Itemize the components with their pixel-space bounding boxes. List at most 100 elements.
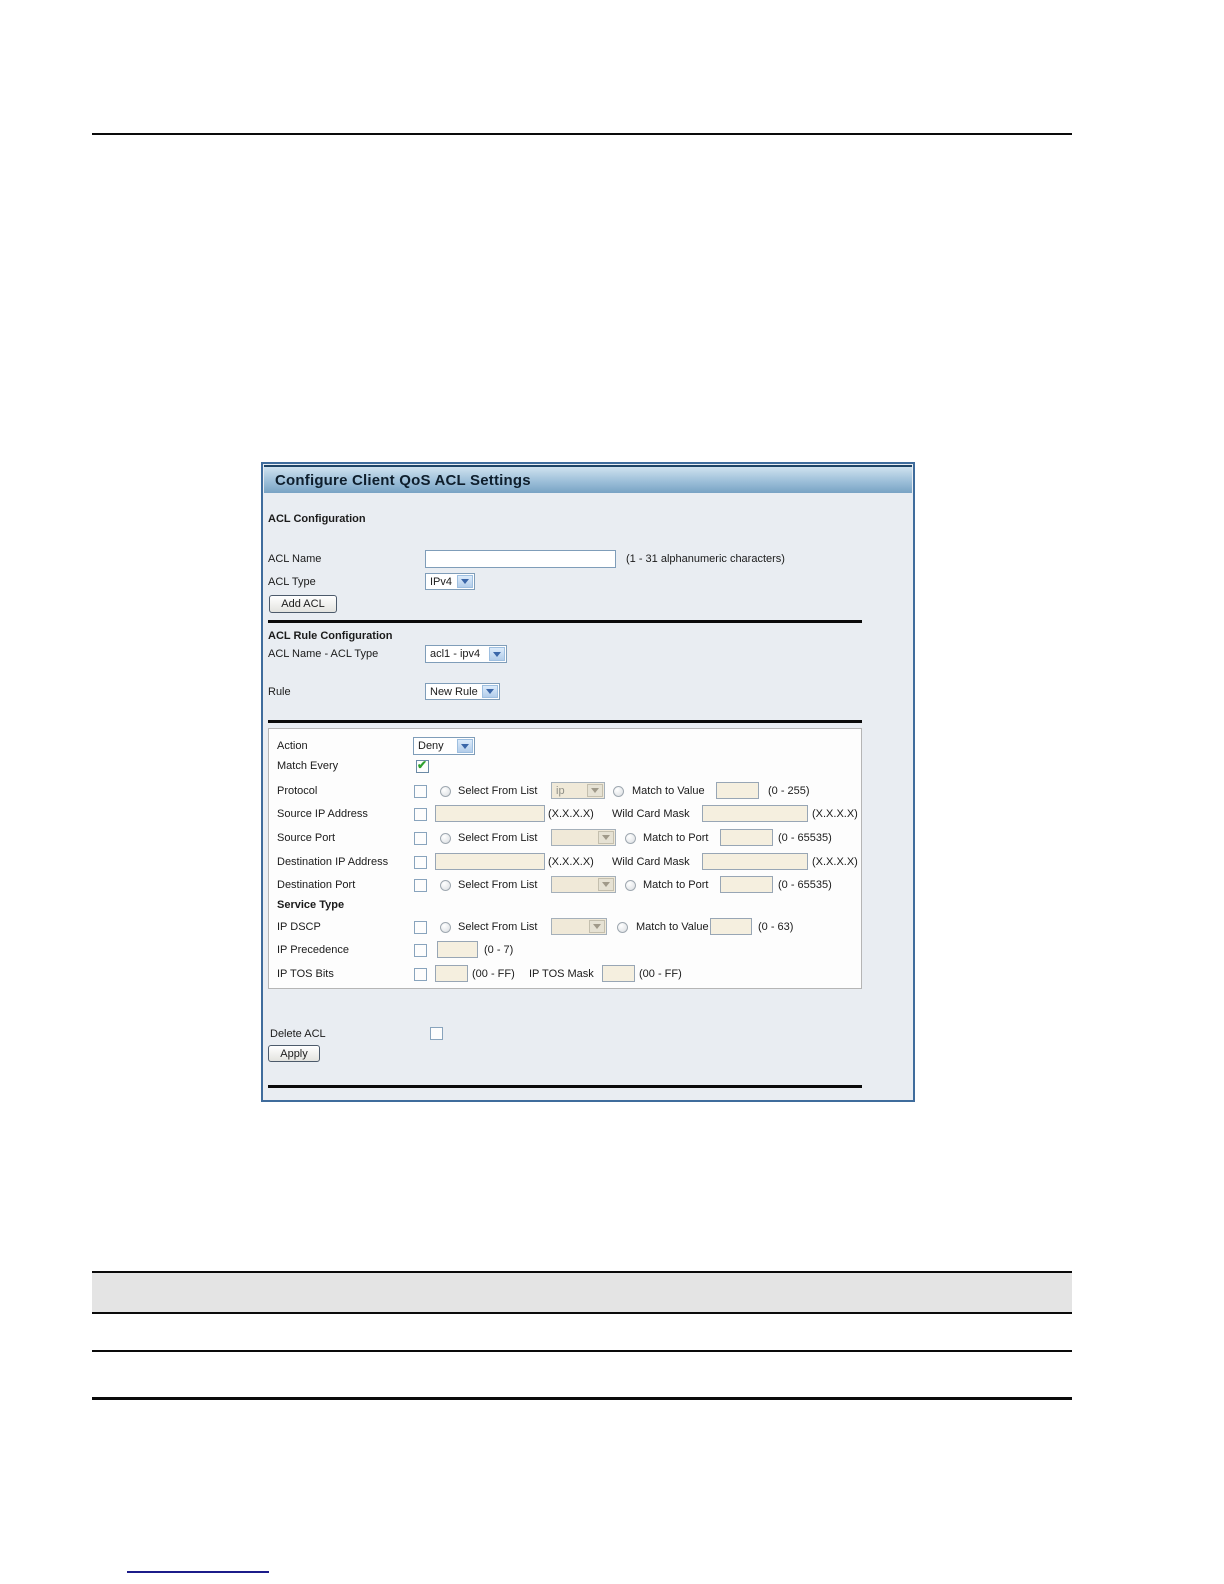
- ip-dscp-list-select: [551, 918, 607, 935]
- section-divider: [268, 720, 862, 723]
- acl-name-input[interactable]: [425, 550, 616, 568]
- dest-ip-input: [435, 853, 545, 870]
- chevron-down-icon: [457, 739, 473, 753]
- ip-dscp-value-input: [710, 918, 752, 935]
- source-ip-label: Source IP Address: [277, 808, 368, 820]
- ip-dscp-label: IP DSCP: [277, 921, 321, 933]
- panel-title-bar: Configure Client QoS ACL Settings: [264, 465, 912, 493]
- protocol-range-hint: (0 - 255): [768, 785, 810, 797]
- source-wildcard-input: [702, 805, 808, 822]
- acl-rule-box: Action Deny Match Every Protocol Select …: [268, 728, 862, 989]
- protocol-list-select-value: ip: [556, 784, 565, 797]
- table-rule-header-bottom: [92, 1312, 1072, 1314]
- rule-select-value: New Rule: [430, 685, 478, 698]
- dest-port-value-input: [720, 876, 773, 893]
- dest-wildcard-label: Wild Card Mask: [612, 856, 690, 868]
- source-port-list-select: [551, 829, 616, 846]
- match-to-value-label: Match to Value: [636, 921, 709, 933]
- chevron-down-icon: [587, 784, 603, 797]
- dest-wildcard-input: [702, 853, 808, 870]
- ip-dscp-checkbox[interactable]: [414, 921, 427, 934]
- ip-tos-mask-label: IP TOS Mask: [529, 968, 594, 980]
- match-to-port-label: Match to Port: [643, 832, 709, 844]
- acl-name-label: ACL Name: [268, 553, 322, 565]
- dest-port-list-radio[interactable]: [440, 880, 451, 891]
- ip-tos-mask-input: [602, 965, 635, 982]
- chevron-down-icon: [457, 575, 473, 588]
- apply-button[interactable]: Apply: [268, 1045, 320, 1062]
- acl-type-select[interactable]: IPv4: [425, 573, 475, 590]
- acl-name-type-select[interactable]: acl1 - ipv4: [425, 645, 507, 663]
- protocol-checkbox[interactable]: [414, 785, 427, 798]
- source-ip-checkbox[interactable]: [414, 808, 427, 821]
- acl-type-select-value: IPv4: [430, 575, 453, 588]
- dest-ip-format-hint: (X.X.X.X): [548, 856, 594, 868]
- select-from-list-label: Select From List: [458, 785, 538, 797]
- section-divider: [268, 620, 862, 623]
- rule-label: Rule: [268, 686, 291, 698]
- protocol-label: Protocol: [277, 785, 318, 797]
- ip-precedence-label: IP Precedence: [277, 944, 349, 956]
- source-wildcard-format-hint: (X.X.X.X): [812, 808, 858, 820]
- acl-configuration-heading: ACL Configuration: [268, 513, 366, 525]
- qos-acl-settings-panel: Configure Client QoS ACL Settings ACL Co…: [261, 462, 915, 1102]
- ip-tos-bits-range-hint: (00 - FF): [472, 968, 515, 980]
- dest-port-value-radio[interactable]: [625, 880, 636, 891]
- add-acl-button[interactable]: Add ACL: [269, 595, 337, 613]
- dest-port-label: Destination Port: [277, 879, 356, 891]
- ip-precedence-range-hint: (0 - 7): [484, 944, 514, 956]
- ip-precedence-input: [437, 941, 478, 958]
- chevron-down-icon: [598, 831, 614, 844]
- table-rule-bottom: [92, 1397, 1072, 1400]
- match-every-label: Match Every: [277, 760, 339, 772]
- protocol-value-radio[interactable]: [613, 786, 624, 797]
- select-from-list-label: Select From List: [458, 921, 538, 933]
- dest-port-range-hint: (0 - 65535): [778, 879, 832, 891]
- ip-tos-mask-range-hint: (00 - FF): [639, 968, 682, 980]
- dest-port-list-select: [551, 876, 616, 893]
- acl-name-hint: (1 - 31 alphanumeric characters): [626, 553, 785, 565]
- rule-select[interactable]: New Rule: [425, 683, 500, 700]
- protocol-list-radio[interactable]: [440, 786, 451, 797]
- action-select[interactable]: Deny: [413, 737, 475, 755]
- service-type-heading: Service Type: [277, 899, 345, 911]
- chevron-down-icon: [482, 685, 498, 698]
- source-port-checkbox[interactable]: [414, 832, 427, 845]
- acl-type-label: ACL Type: [268, 576, 316, 588]
- protocol-value-input: [716, 782, 759, 799]
- select-from-list-label: Select From List: [458, 879, 538, 891]
- source-ip-input: [435, 805, 545, 822]
- chevron-down-icon: [589, 920, 605, 933]
- footer-link-rule: [127, 1571, 269, 1573]
- ip-tos-bits-label: IP TOS Bits: [277, 968, 334, 980]
- ip-dscp-value-radio[interactable]: [617, 922, 628, 933]
- acl-rule-configuration-heading: ACL Rule Configuration: [268, 630, 393, 642]
- ip-tos-bits-checkbox[interactable]: [414, 968, 427, 981]
- section-divider: [268, 1085, 862, 1088]
- panel-title: Configure Client QoS ACL Settings: [275, 471, 531, 489]
- source-ip-format-hint: (X.X.X.X): [548, 808, 594, 820]
- match-every-checkbox[interactable]: [416, 758, 429, 773]
- match-to-port-label: Match to Port: [643, 879, 709, 891]
- match-to-value-label: Match to Value: [632, 785, 705, 797]
- source-port-list-radio[interactable]: [440, 833, 451, 844]
- ip-dscp-list-radio[interactable]: [440, 922, 451, 933]
- delete-acl-checkbox[interactable]: [430, 1027, 443, 1040]
- acl-name-type-select-value: acl1 - ipv4: [430, 648, 481, 660]
- ip-precedence-checkbox[interactable]: [414, 944, 427, 957]
- action-label: Action: [277, 740, 308, 752]
- source-port-label: Source Port: [277, 832, 336, 844]
- chevron-down-icon: [489, 647, 505, 661]
- dest-wildcard-format-hint: (X.X.X.X): [812, 856, 858, 868]
- protocol-list-select: ip: [551, 782, 605, 799]
- manual-page: Configure Client QoS ACL Settings ACL Co…: [0, 0, 1224, 1584]
- chevron-down-icon: [598, 878, 614, 891]
- table-rule-row: [92, 1350, 1072, 1352]
- source-port-value-radio[interactable]: [625, 833, 636, 844]
- acl-name-type-label: ACL Name - ACL Type: [268, 648, 379, 660]
- dest-ip-checkbox[interactable]: [414, 856, 427, 869]
- page-header-rule: [92, 133, 1072, 135]
- dest-port-checkbox[interactable]: [414, 879, 427, 892]
- select-from-list-label: Select From List: [458, 832, 538, 844]
- ip-dscp-range-hint: (0 - 63): [758, 921, 794, 933]
